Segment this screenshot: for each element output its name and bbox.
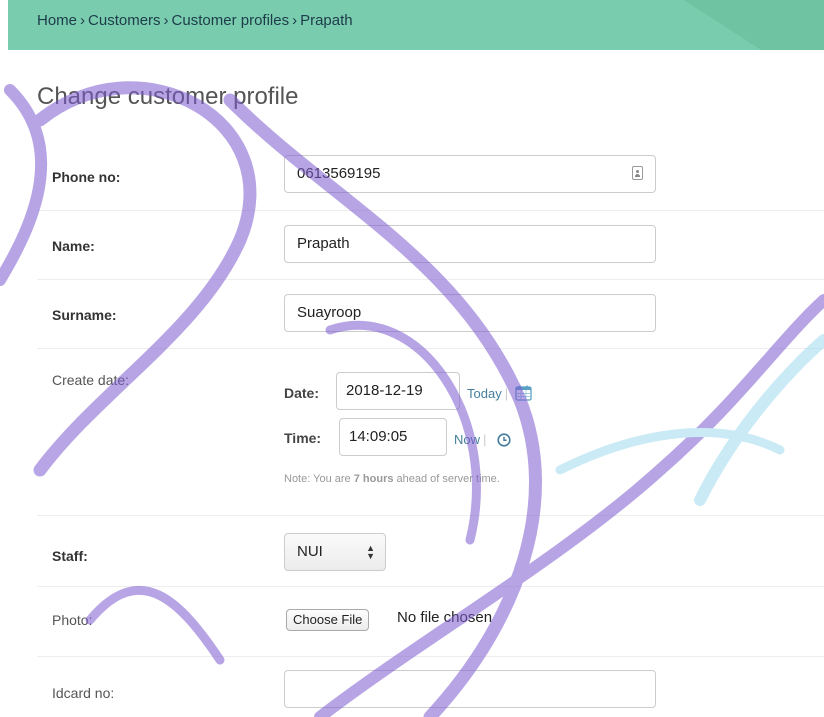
timezone-note: Note: You are 7 hours ahead of server ti…	[284, 473, 500, 485]
select-arrows-icon: ▲ ▼	[366, 543, 375, 561]
idcard-label: Idcard no:	[52, 685, 115, 701]
form-row-create-date: Create date: Date: 2018-12-19 Today | Tim…	[37, 349, 824, 516]
breadcrumb-separator: ›	[163, 12, 169, 29]
breadcrumb-current: Prapath	[300, 12, 353, 29]
clock-icon[interactable]	[497, 433, 511, 447]
staff-select[interactable]: NUI ▲ ▼	[284, 533, 386, 571]
time-input[interactable]: 14:09:05	[339, 418, 447, 456]
shortcut-divider: |	[483, 432, 487, 447]
phone-label: Phone no:	[52, 169, 121, 185]
phone-value: 0613569195	[297, 165, 381, 182]
time-value: 14:09:05	[349, 428, 408, 445]
form-row-surname: Surname: Suayroop	[37, 280, 824, 349]
form-row-phone: Phone no: 0613569195	[37, 142, 824, 211]
idcard-input[interactable]	[284, 670, 656, 708]
photo-label: Photo:	[52, 612, 93, 628]
surname-label: Surname:	[52, 307, 117, 323]
time-shortcuts: Now |	[454, 432, 489, 447]
contact-card-icon[interactable]	[632, 166, 643, 180]
today-link[interactable]: Today	[467, 386, 502, 401]
name-input[interactable]: Prapath	[284, 225, 656, 263]
page-title: Change customer profile	[37, 83, 299, 110]
choose-file-button[interactable]: Choose File	[286, 609, 370, 631]
create-date-label: Create date:	[52, 372, 130, 388]
breadcrumb-bar: Home › Customers › Customer profiles › Prapath	[8, 0, 824, 50]
calendar-icon[interactable]	[515, 385, 532, 401]
name-label: Name:	[52, 238, 95, 254]
breadcrumb: Home › Customers › Customer profiles › Prapath	[37, 12, 353, 29]
time-label: Time:	[284, 430, 322, 446]
surname-input[interactable]: Suayroop	[284, 294, 656, 332]
form-row-photo: Photo: Choose File No file chosen	[37, 587, 824, 657]
date-value: 2018-12-19	[346, 382, 423, 399]
date-shortcuts: Today |	[467, 386, 511, 401]
breadcrumb-customers-link[interactable]: Customers	[88, 12, 161, 29]
phone-input[interactable]: 0613569195	[284, 155, 656, 193]
form-row-staff: Staff: NUI ▲ ▼	[37, 516, 824, 587]
form-row-idcard: Idcard no:	[37, 657, 824, 717]
shortcut-divider: |	[504, 386, 509, 401]
breadcrumb-separator: ›	[292, 12, 298, 29]
surname-value: Suayroop	[297, 304, 362, 321]
staff-label: Staff:	[52, 548, 88, 564]
timezone-note-hours: 7 hours	[353, 473, 394, 485]
date-label: Date:	[284, 385, 320, 401]
date-input[interactable]: 2018-12-19	[336, 372, 460, 410]
staff-selected-value: NUI	[297, 543, 323, 560]
now-link[interactable]: Now	[454, 432, 480, 447]
name-value: Prapath	[297, 235, 350, 252]
breadcrumb-customer-profiles-link[interactable]: Customer profiles	[172, 12, 290, 29]
breadcrumb-home-link[interactable]: Home	[37, 12, 77, 29]
breadcrumb-separator: ›	[80, 12, 86, 29]
file-status: No file chosen	[397, 609, 493, 626]
form-row-name: Name: Prapath	[37, 211, 824, 280]
breadcrumb-decoration	[684, 0, 824, 50]
